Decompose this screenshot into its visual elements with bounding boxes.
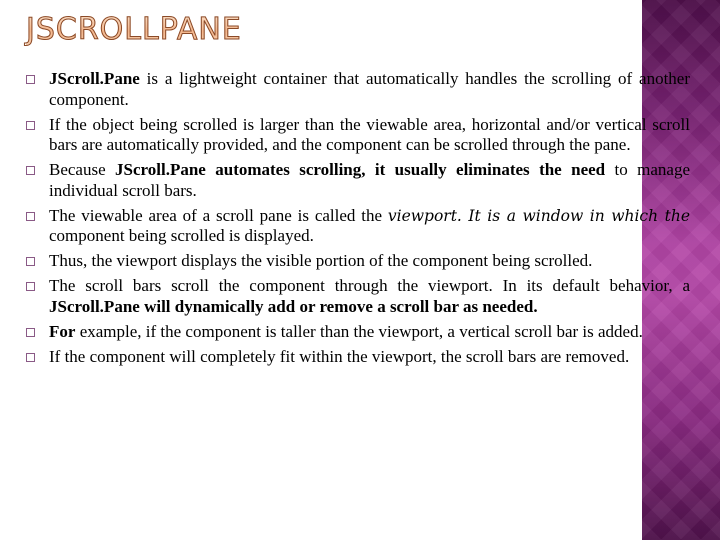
bullet-list: JScroll.Pane is a lightweight container … <box>26 69 690 372</box>
bullet-text: Thus, the viewport displays the visible … <box>49 251 690 272</box>
text-segment: If the component will completely fit wit… <box>49 346 630 366</box>
square-bullet-icon <box>26 257 35 266</box>
bullet-text: For example, if the component is taller … <box>49 322 690 343</box>
text-segment: viewport. It is a window in which the <box>387 206 691 225</box>
bullet-item: If the component will completely fit wit… <box>26 347 690 368</box>
bullet-text: JScroll.Pane is a lightweight container … <box>49 69 690 110</box>
bullet-item: For example, if the component is taller … <box>26 322 690 343</box>
square-bullet-icon <box>26 327 35 337</box>
text-segment: The viewable area of a scroll pane is ca… <box>49 205 388 225</box>
text-segment: JScroll.Pane automates scrolling, it usu… <box>115 160 606 179</box>
text-segment: JScroll.Pane <box>49 69 140 88</box>
text-segment: If the object being scrolled is larger t… <box>49 114 690 155</box>
text-segment: is a lightweight container that automati… <box>49 69 690 109</box>
text-segment: Thus, the viewport displays the visible … <box>49 251 593 270</box>
bullet-item: The viewable area of a scroll pane is ca… <box>26 206 690 247</box>
bullet-item: The scroll bars scroll the component thr… <box>26 276 690 317</box>
square-bullet-icon <box>26 75 35 84</box>
bullet-item: JScroll.Pane is a lightweight container … <box>26 69 690 110</box>
square-bullet-icon <box>26 352 35 362</box>
bullet-item: If the object being scrolled is larger t… <box>26 115 690 156</box>
bullet-item: Because JScroll.Pane automates scrolling… <box>26 160 690 201</box>
text-segment: Because <box>49 160 116 179</box>
bullet-text: Because JScroll.Pane automates scrolling… <box>49 160 690 201</box>
text-segment: component being scrolled is displayed. <box>49 226 314 245</box>
square-bullet-icon <box>26 282 35 291</box>
bullet-text: If the component will completely fit wit… <box>49 347 690 368</box>
bullet-item: Thus, the viewport displays the visible … <box>26 251 690 272</box>
square-bullet-icon <box>26 120 35 130</box>
square-bullet-icon <box>26 211 35 221</box>
slide-title: JSCROLLPANE <box>26 12 242 48</box>
text-segment: JScroll.Pane will dynamically add or rem… <box>49 296 538 316</box>
bullet-text: If the object being scrolled is larger t… <box>49 115 690 156</box>
text-segment: For <box>49 321 76 341</box>
square-bullet-icon <box>26 166 35 175</box>
bullet-text: The viewable area of a scroll pane is ca… <box>49 206 690 247</box>
bullet-text: The scroll bars scroll the component thr… <box>49 276 690 317</box>
text-segment: The scroll bars scroll the component thr… <box>49 276 690 295</box>
text-segment: example, if the component is taller than… <box>75 321 643 341</box>
